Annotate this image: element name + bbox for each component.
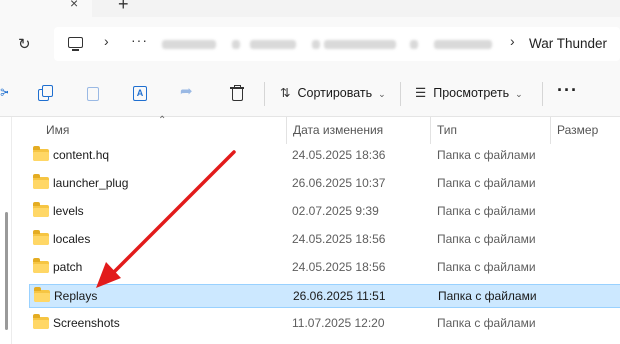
column-divider[interactable] xyxy=(430,117,431,144)
file-type: Папка с файлами xyxy=(437,176,536,190)
file-row[interactable]: patch 24.05.2025 18:56 Папка с файлами xyxy=(29,256,620,280)
file-type: Папка с файлами xyxy=(437,204,536,218)
divider xyxy=(264,82,265,106)
navigation-scrollbar[interactable] xyxy=(5,212,8,330)
more-options-button[interactable]: ··· xyxy=(557,80,578,101)
folder-icon xyxy=(33,258,49,273)
folder-icon xyxy=(33,146,49,161)
blurred-breadcrumb-sep xyxy=(312,40,320,49)
column-divider[interactable] xyxy=(550,117,551,144)
column-header-type[interactable]: Тип xyxy=(437,123,457,137)
blurred-breadcrumb xyxy=(434,40,492,49)
blurred-breadcrumb-sep xyxy=(410,40,418,49)
folder-icon xyxy=(33,314,49,329)
breadcrumb-chevron-icon[interactable]: › xyxy=(104,33,109,49)
sort-ascending-icon: ⌃ xyxy=(158,115,167,126)
file-list: ⌃ Имя Дата изменения Тип Размер content.… xyxy=(0,115,620,344)
view-label: Просмотреть xyxy=(433,86,510,100)
file-date: 26.06.2025 10:37 xyxy=(292,176,386,190)
file-name: content.hq xyxy=(53,148,110,162)
view-button[interactable]: ☰ Просмотреть ⌄ xyxy=(415,85,523,100)
column-divider[interactable] xyxy=(286,117,287,144)
blurred-breadcrumb xyxy=(162,40,216,49)
chevron-down-icon: ⌄ xyxy=(378,89,386,99)
divider xyxy=(542,82,543,106)
new-tab-icon[interactable]: + xyxy=(118,0,129,15)
file-name: patch xyxy=(53,260,83,274)
file-date: 24.05.2025 18:36 xyxy=(292,148,386,162)
file-name: launcher_plug xyxy=(53,176,129,190)
blurred-breadcrumb xyxy=(250,40,296,49)
cut-icon[interactable]: ✂ xyxy=(0,83,8,97)
sort-button[interactable]: ⇅ Сортировать ⌄ xyxy=(280,85,386,100)
folder-icon xyxy=(33,174,49,189)
file-date: 24.05.2025 18:56 xyxy=(292,232,386,246)
command-bar: ✂ A ➦ ⇅ Сортировать ⌄ ☰ Просмотреть ⌄ ··· xyxy=(0,72,620,117)
navigation-pane xyxy=(0,117,12,344)
folder-icon xyxy=(33,202,49,217)
close-tab-icon[interactable]: × xyxy=(70,0,78,11)
column-header-date[interactable]: Дата изменения xyxy=(293,123,383,137)
file-row-selected[interactable]: Replays 26.06.2025 11:51 Папка с файлами xyxy=(29,284,620,308)
tab-strip: × + xyxy=(0,0,620,17)
tab-active[interactable]: × xyxy=(0,0,92,17)
file-row[interactable]: launcher_plug 26.06.2025 10:37 Папка с ф… xyxy=(29,172,620,196)
blurred-breadcrumb-sep xyxy=(232,40,240,49)
file-row[interactable]: content.hq 24.05.2025 18:36 Папка с файл… xyxy=(29,144,620,168)
breadcrumb-current-folder[interactable]: War Thunder xyxy=(529,36,607,51)
column-header-name[interactable]: Имя xyxy=(46,123,69,137)
column-header-size[interactable]: Размер xyxy=(557,123,598,137)
file-row[interactable]: locales 24.05.2025 18:56 Папка с файлами xyxy=(29,228,620,252)
file-name: levels xyxy=(53,204,84,218)
file-type: Папка с файлами xyxy=(437,232,536,246)
paste-icon[interactable] xyxy=(86,86,100,101)
breadcrumb-chevron-icon[interactable]: › xyxy=(510,33,515,49)
file-type: Папка с файлами xyxy=(438,289,537,303)
view-list-icon: ☰ xyxy=(415,86,427,100)
chevron-down-icon: ⌄ xyxy=(515,89,523,99)
address-bar[interactable]: › ··· › War Thunder xyxy=(54,27,620,61)
file-date: 26.06.2025 11:51 xyxy=(293,289,386,303)
delete-icon[interactable] xyxy=(230,85,244,101)
divider xyxy=(400,82,401,106)
sort-label: Сортировать xyxy=(297,86,373,100)
file-type: Папка с файлами xyxy=(437,260,536,274)
file-date: 02.07.2025 9:39 xyxy=(292,204,379,218)
sort-icon: ⇅ xyxy=(280,86,291,100)
folder-icon xyxy=(34,287,50,302)
file-row[interactable]: levels 02.07.2025 9:39 Папка с файлами xyxy=(29,200,620,224)
this-pc-icon[interactable] xyxy=(68,37,83,51)
rename-icon[interactable]: A xyxy=(133,86,147,101)
file-date: 11.07.2025 12:20 xyxy=(292,316,385,330)
file-type: Папка с файлами xyxy=(437,316,536,330)
breadcrumb-overflow[interactable]: ··· xyxy=(131,32,148,48)
file-name: Replays xyxy=(54,289,98,303)
file-name: Screenshots xyxy=(53,316,120,330)
copy-icon[interactable] xyxy=(38,85,53,101)
share-icon[interactable]: ➦ xyxy=(180,82,194,100)
folder-icon xyxy=(33,230,49,245)
file-type: Папка с файлами xyxy=(437,148,536,162)
file-date: 24.05.2025 18:56 xyxy=(292,260,386,274)
file-name: locales xyxy=(53,232,91,246)
blurred-breadcrumb xyxy=(324,40,396,49)
address-row: ↻ › ··· › War Thunder xyxy=(0,17,620,72)
file-row[interactable]: Screenshots 11.07.2025 12:20 Папка с фай… xyxy=(29,312,620,336)
refresh-icon[interactable]: ↻ xyxy=(18,35,31,53)
